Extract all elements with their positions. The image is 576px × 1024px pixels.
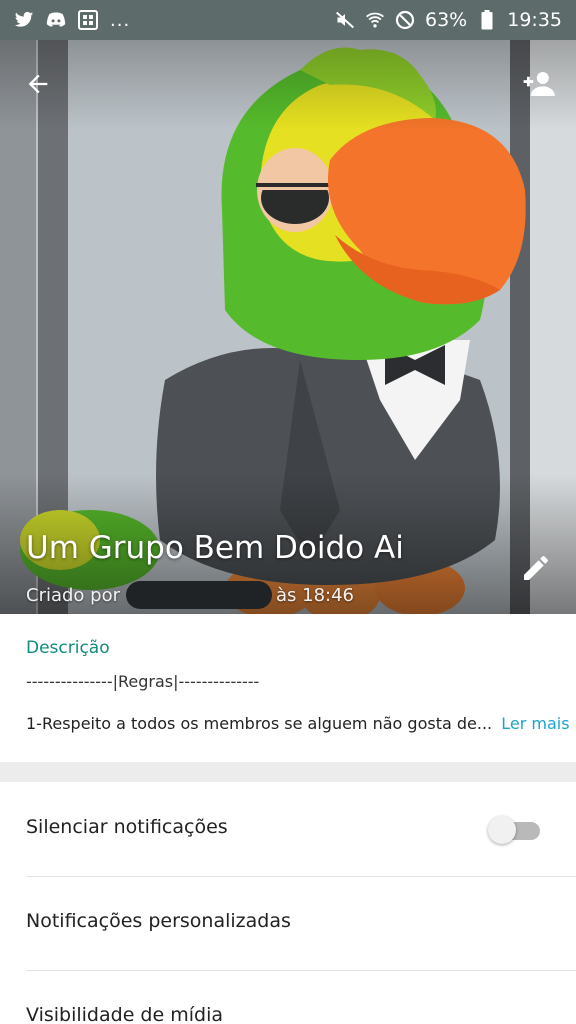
- pencil-icon: [524, 556, 548, 580]
- discord-icon: [46, 10, 66, 30]
- media-visibility-label: Visibilidade de mídia: [26, 1004, 223, 1024]
- read-more-link[interactable]: Ler mais: [501, 714, 569, 733]
- header-top-shade: [0, 40, 576, 130]
- description-text: 1-Respeito a todos os membros se alguem …: [26, 714, 570, 733]
- status-left-icons: ...: [14, 10, 130, 31]
- settings-list: Silenciar notificações Notificações pers…: [0, 782, 576, 1024]
- description-body: 1-Respeito a todos os membros se alguem …: [26, 714, 493, 733]
- description-card[interactable]: Descrição ---------------|Regras|-------…: [0, 614, 576, 762]
- mute-notifications-label: Silenciar notificações: [26, 816, 228, 838]
- created-time: às 18:46: [276, 584, 355, 606]
- app-grid-icon: [78, 10, 98, 30]
- redacted-creator: [126, 581, 272, 609]
- battery-icon: [477, 10, 497, 30]
- mute-notifications-row[interactable]: Silenciar notificações: [0, 782, 576, 876]
- status-right: 63% 19:35: [335, 9, 562, 31]
- custom-notifications-row[interactable]: Notificações personalizadas: [0, 876, 576, 970]
- back-button[interactable]: [18, 64, 58, 104]
- group-name: Um Grupo Bem Doido Ai: [26, 530, 404, 566]
- do-not-disturb-icon: [395, 10, 415, 30]
- wifi-icon: [365, 10, 385, 30]
- status-overflow: ...: [110, 9, 131, 31]
- twitter-icon: [14, 10, 34, 30]
- description-rules-line: ---------------|Regras|--------------: [26, 672, 260, 691]
- back-arrow-icon: [28, 74, 48, 94]
- section-gap: [0, 762, 576, 782]
- created-prefix: Criado por: [26, 584, 120, 606]
- clock: 19:35: [507, 9, 562, 31]
- add-participant-button[interactable]: [516, 64, 560, 104]
- edit-group-button[interactable]: [516, 548, 556, 588]
- mute-icon: [335, 10, 355, 30]
- status-bar: ... 63% 19:35: [0, 0, 576, 40]
- created-info: Criado por às 18:46: [26, 581, 354, 609]
- mute-notifications-toggle[interactable]: [488, 816, 540, 844]
- add-person-icon: [523, 72, 555, 96]
- description-label: Descrição: [26, 638, 110, 658]
- media-visibility-row[interactable]: Visibilidade de mídia: [0, 970, 576, 1024]
- toggle-thumb: [488, 816, 516, 844]
- custom-notifications-label: Notificações personalizadas: [26, 910, 291, 932]
- battery-percent: 63%: [425, 9, 468, 31]
- group-photo[interactable]: Um Grupo Bem Doido Ai Criado por às 18:4…: [0, 40, 576, 614]
